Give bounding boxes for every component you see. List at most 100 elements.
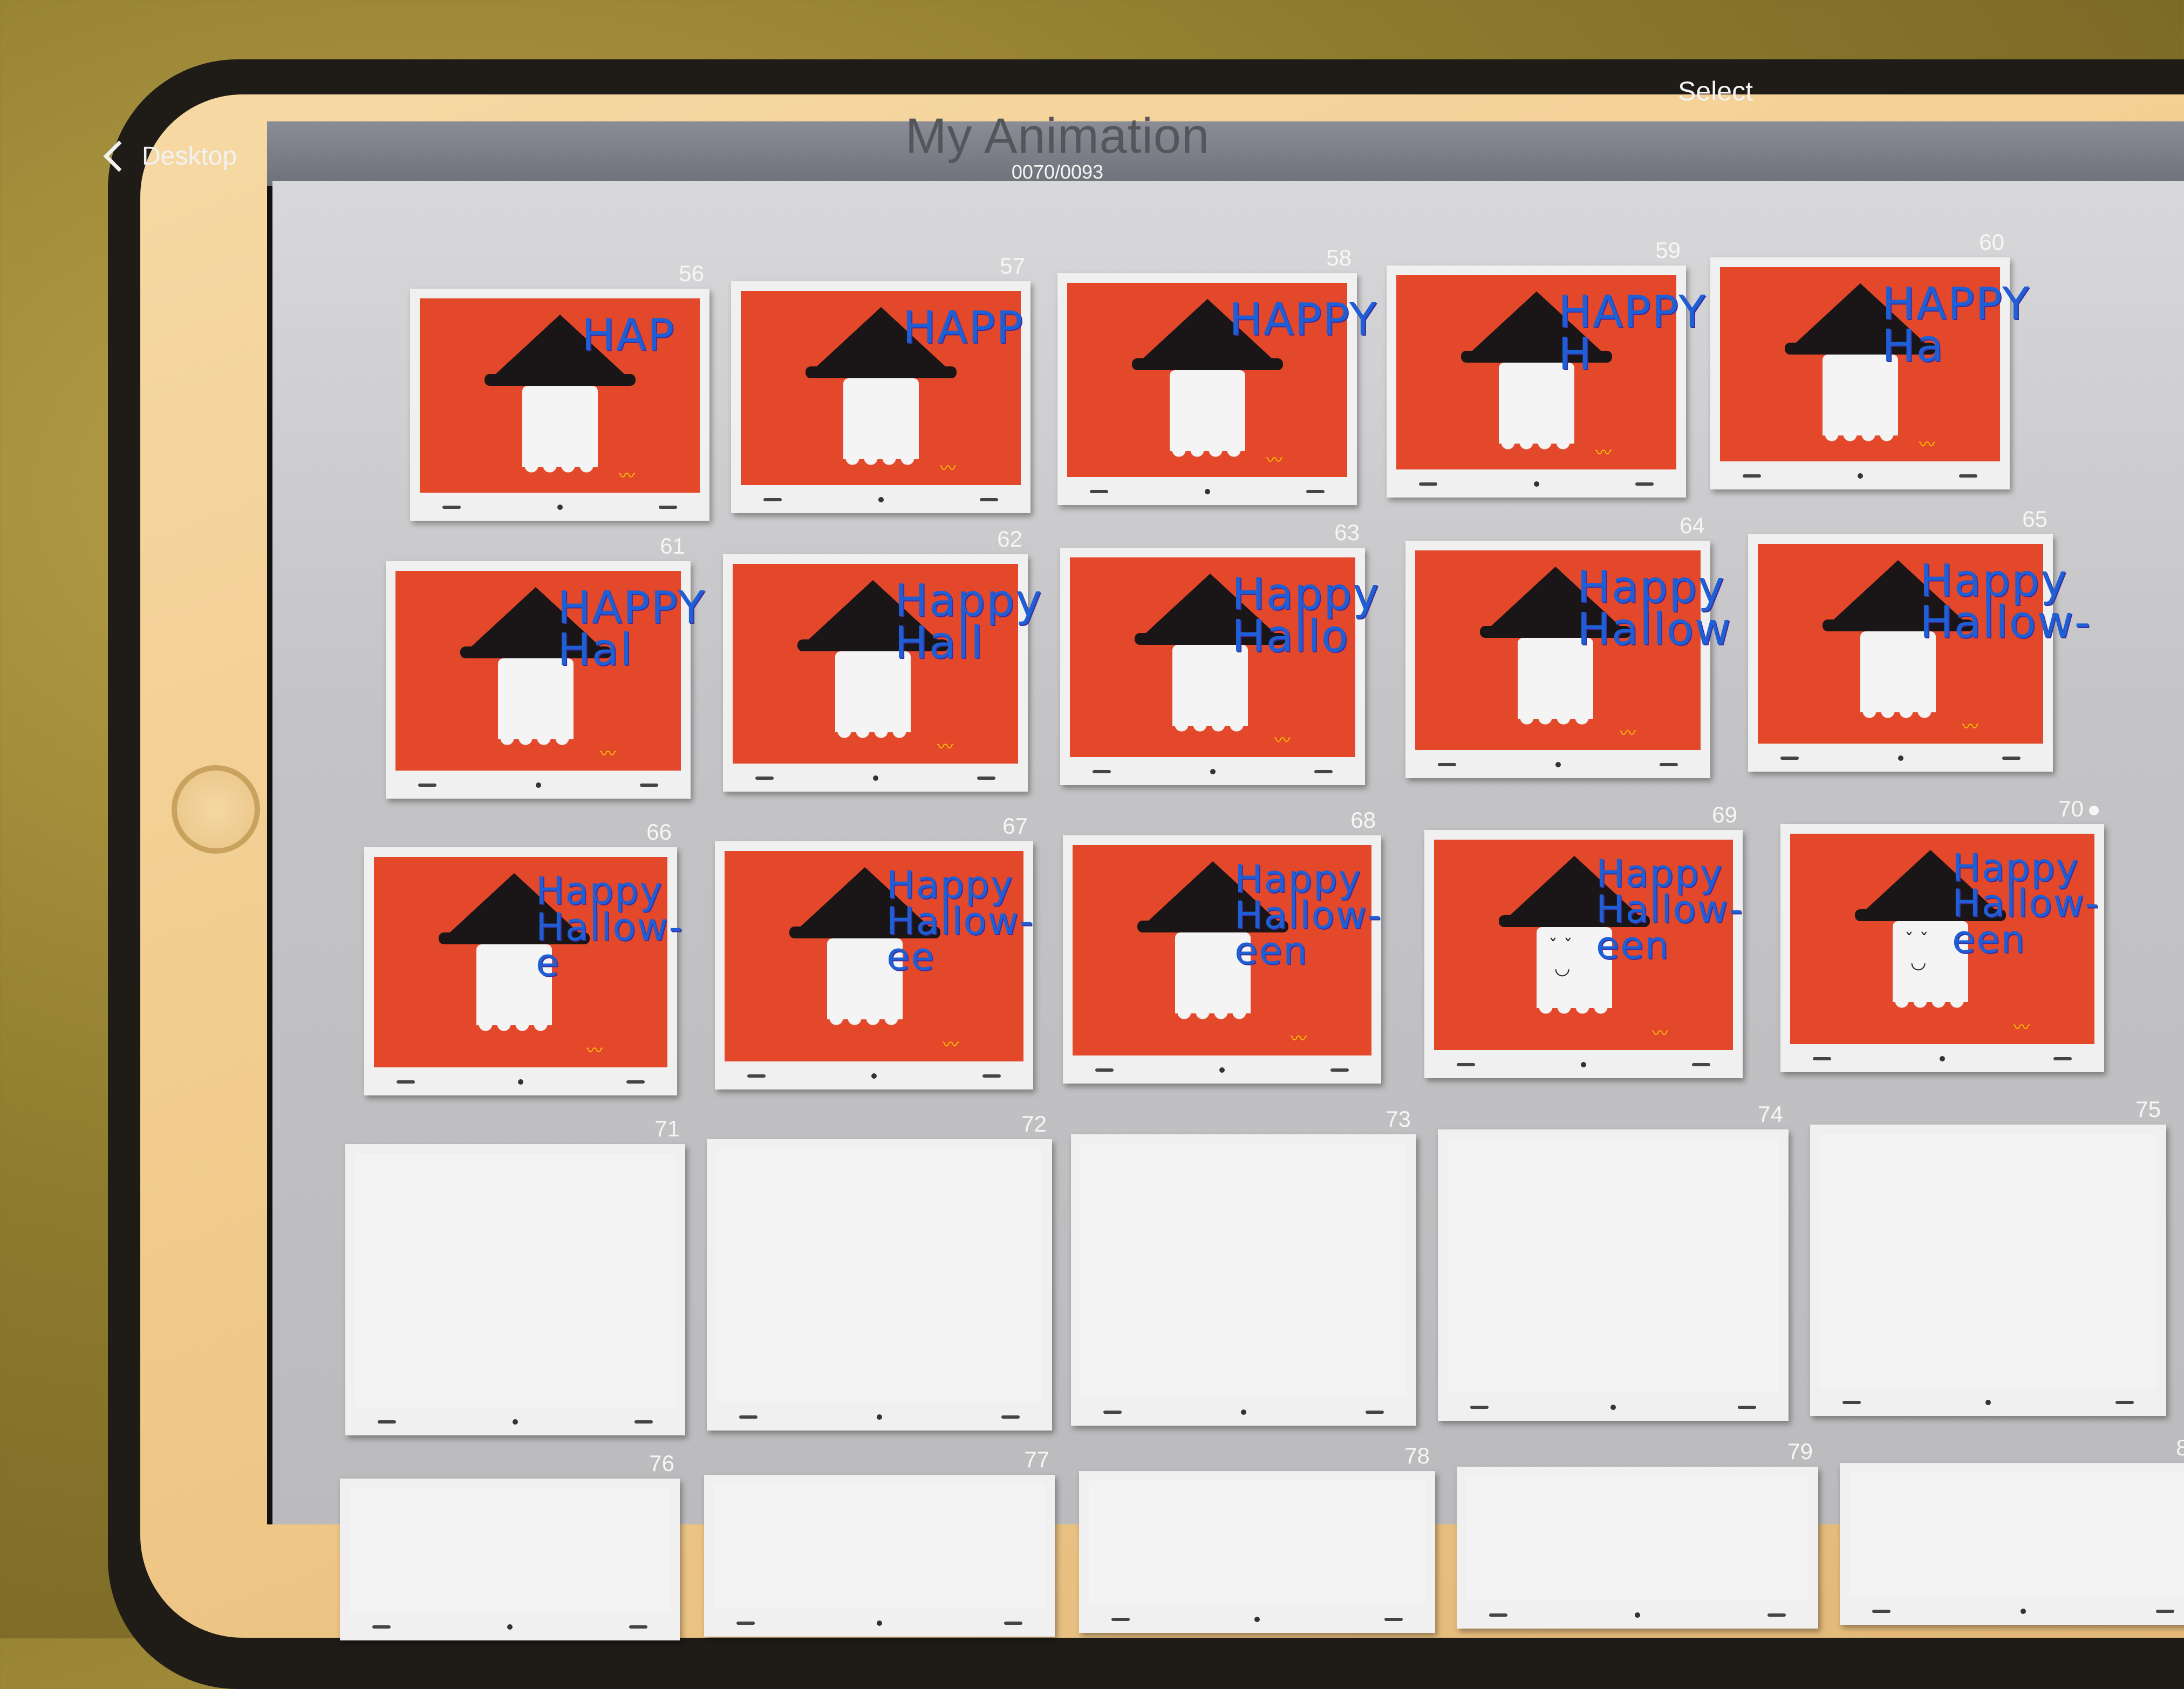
dash-icon [1004,1621,1022,1625]
current-frame-dot-icon [2089,805,2099,815]
frame-number-label: 71 [654,1116,680,1141]
frame-number: 60 [1979,229,2004,255]
frame-thumbnail[interactable]: 70 ˇ ˇ ◡ Happy Hallow- een 〰 [1780,796,2104,1072]
frame-card: ˇ ˇ ◡ Happy Hallow- een 〰 [1780,823,2104,1072]
dash-icon [1780,756,1799,760]
frame-thumbnail[interactable]: 65 Happy Hallow- 〰 [1748,506,2090,772]
frame-thumbnail[interactable]: 64 Happy Hallow 〰 [1405,513,1731,779]
dash-icon [1330,1068,1349,1072]
frame-thumbnail[interactable]: 77 [704,1447,1055,1637]
frame-thumbnail[interactable]: 67 Happy Hallow- ee 〰 [715,813,1033,1090]
dash-icon [747,1074,766,1078]
frame-thumbnail[interactable]: 59 HAPPY H 〰 [1387,237,1705,498]
frame-thumbnail[interactable]: 76 [340,1450,680,1640]
back-button[interactable]: Desktop [103,140,237,172]
dash-icon [418,784,436,787]
frame-canvas [716,1149,1042,1402]
frame-controls [340,1619,680,1635]
frame-thumbnail[interactable]: 74 [1438,1101,1789,1421]
frame-canvas: Happy Hallow 〰 [1415,550,1731,751]
frame-thumbnail[interactable]: 66 Happy Hallow- e 〰 [364,819,682,1095]
frame-thumbnail[interactable]: 56 HAP 〰 [410,261,709,521]
frame-controls [410,499,709,515]
frame-card: HAPPY 〰 [1057,273,1376,506]
center-pip-icon [1204,489,1210,495]
frame-card [1840,1463,2184,1625]
frame-card [340,1479,680,1640]
center-pip-icon [1219,1067,1225,1073]
dash-icon [1111,1617,1130,1621]
select-button[interactable]: Select [1678,76,1753,107]
frame-thumbnail[interactable]: 80 [1840,1435,2184,1625]
frame-thumbnail[interactable]: 72 [707,1111,1052,1431]
handwritten-text: Happy Hallow [1577,562,1732,656]
frame-card: HAPPY H 〰 [1387,265,1705,498]
dash-icon [755,777,774,780]
center-pip-icon [1210,768,1216,774]
handwritten-text: HAPPY Hal [557,582,706,676]
frame-thumbnail[interactable]: 62 Happy Hall 〰 [723,526,1042,792]
frame-thumbnail[interactable]: 63 Happy Hallo 〰 [1060,520,1379,785]
frame-number-label: 78 [1404,1442,1430,1468]
signature-doodle-icon: 〰 [1652,1024,1668,1043]
handwritten-text: HAPP [903,302,1024,353]
handwritten-text: HAP [582,310,675,361]
frame-controls [1780,1051,2104,1067]
dash-icon [1095,1068,1114,1072]
dash-icon [1090,490,1108,494]
frame-card: HAPP 〰 [731,281,1030,513]
frame-thumbnail[interactable]: 68 Happy Hallow- een 〰 [1063,807,1381,1084]
frame-thumbnail[interactable]: 75 [1810,1097,2166,1416]
frame-thumbnail[interactable]: 71 [345,1116,685,1435]
frame-card [707,1139,1052,1431]
frame-number-label: 56 [679,261,704,286]
center-pip-icon [2021,1609,2026,1615]
frame-number-label: 60 [1979,229,2004,255]
frame-thumbnail[interactable]: 57 HAPP 〰 [731,253,1030,513]
frame-canvas [1466,1476,1808,1601]
frame-thumbnail[interactable]: 60 HAPPY Ha 〰 [1710,229,2029,490]
home-button[interactable] [172,765,260,854]
frame-number: 61 [660,533,685,559]
frame-canvas [1448,1139,1779,1393]
frame-thumbnail[interactable]: 78 [1079,1443,1435,1633]
frame-number: 65 [2022,506,2048,532]
signature-doodle-icon: 〰 [1919,436,1935,454]
frame-controls [345,1414,685,1430]
dash-icon [982,1074,1001,1078]
dash-icon [2002,756,2021,760]
center-pip-icon [1610,1405,1616,1410]
dash-icon [378,1420,396,1424]
center-pip-icon [1533,481,1539,487]
dash-icon [1635,482,1654,486]
dash-icon [1384,1617,1403,1621]
frame-number: 62 [997,526,1022,552]
frame-canvas: HAPPY H 〰 [1396,275,1705,469]
signature-doodle-icon: 〰 [1274,731,1291,750]
frame-number: 68 [1350,807,1376,833]
chevron-left-icon [103,140,135,172]
ghost-drawing [843,378,919,471]
dash-icon [2115,1401,2134,1404]
frame-controls [1748,750,2053,766]
center-pip-icon [557,505,563,510]
frame-thumbnail[interactable]: 61 HAPPY Hal 〰 [386,533,705,799]
frame-controls [386,777,691,793]
frame-number-label: 69 [1712,801,1737,827]
center-pip-icon [1555,762,1561,768]
center-pip-icon [871,1073,877,1079]
dash-icon [1438,763,1456,767]
frame-number-label: 76 [649,1450,674,1476]
frame-number: 71 [654,1116,680,1142]
frame-number: 77 [1024,1447,1049,1473]
frame-thumbnail[interactable]: 79 [1457,1439,1818,1629]
frame-thumbnail[interactable]: 58 HAPPY 〰 [1057,245,1376,506]
dash-icon [1660,763,1678,767]
frame-canvas: ˇ ˇ ◡ Happy Hallow- een 〰 [1790,833,2099,1044]
center-pip-icon [1985,1400,1991,1405]
frame-thumbnail[interactable]: 69 ˇ ˇ ◡ Happy Hallow- een 〰 [1424,802,1743,1078]
dash-icon [626,1080,645,1084]
frame-thumbnail[interactable]: 73 [1071,1106,1416,1426]
center-pip-icon [1857,473,1863,479]
frame-canvas: Happy Hallow- e 〰 [374,857,682,1067]
